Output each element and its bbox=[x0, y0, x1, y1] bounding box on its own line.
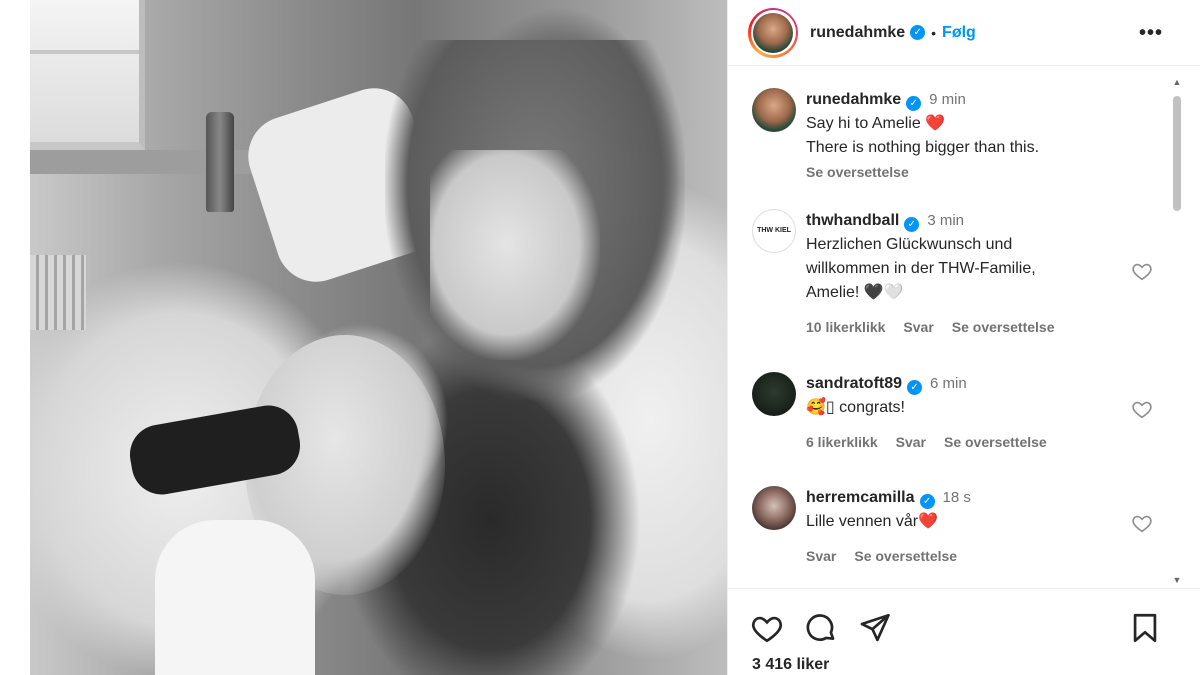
window bbox=[30, 0, 145, 150]
translate-link[interactable]: Se oversettelse bbox=[854, 544, 957, 568]
comment-username[interactable]: herremcamilla bbox=[806, 489, 915, 506]
comment-text: Say hi to Amelie ❤️ bbox=[806, 115, 946, 132]
comment-list: runedahmke ✓ 9 min Say hi to Amelie ❤️ The… bbox=[728, 74, 1200, 586]
story-ring[interactable] bbox=[748, 7, 798, 58]
comment-item: herremcamilla ✓ 18 s Lille vennen vår❤️ Sv… bbox=[752, 486, 1152, 568]
more-options-icon[interactable]: ••• bbox=[1139, 22, 1163, 45]
likes-count[interactable]: 3 416 liker bbox=[752, 656, 829, 674]
post-header: runedahmke ✓ • Følg ••• bbox=[728, 0, 1200, 66]
heart-icon[interactable] bbox=[1131, 512, 1153, 534]
comment-avatar[interactable] bbox=[752, 486, 796, 530]
header-user: runedahmke ✓ • Følg bbox=[810, 24, 976, 42]
comment-item: sandratoft89 ✓ 6 min 🥰▯ congrats! 6 likerk… bbox=[752, 372, 1152, 454]
heart-icon[interactable] bbox=[1131, 398, 1153, 420]
translate-link[interactable]: Se oversettelse bbox=[952, 315, 1055, 339]
bottle bbox=[206, 112, 234, 212]
comment-username[interactable]: sandratoft89 bbox=[806, 375, 902, 392]
comment-username[interactable]: runedahmke bbox=[806, 91, 901, 108]
verified-badge-icon: ✓ bbox=[907, 380, 923, 395]
comment-avatar[interactable] bbox=[752, 372, 796, 416]
avatar-logo-text: THW KIEL bbox=[757, 227, 791, 234]
scroll-down-arrow-icon[interactable]: ▼ bbox=[1172, 576, 1182, 585]
comment-time[interactable]: 3 min bbox=[927, 212, 964, 229]
comment-bubble-icon[interactable] bbox=[804, 611, 838, 645]
comment-item: THW KIEL thwhandball ✓ 3 min Herzlichen Gl… bbox=[752, 209, 1152, 339]
comment-likes[interactable]: 10 likerklikk bbox=[806, 315, 885, 339]
window-sill bbox=[30, 150, 280, 174]
comment-text: Amelie! 🖤🤍 bbox=[806, 284, 904, 301]
translate-link[interactable]: Se oversettelse bbox=[806, 160, 909, 184]
author-username[interactable]: runedahmke bbox=[810, 24, 905, 42]
post-photo[interactable] bbox=[30, 0, 727, 675]
verified-badge-icon: ✓ bbox=[906, 96, 922, 111]
verified-badge-icon: ✓ bbox=[910, 25, 926, 40]
follow-button[interactable]: Følg bbox=[942, 24, 976, 42]
scroll-up-arrow-icon[interactable]: ▲ bbox=[1172, 78, 1182, 87]
reply-button[interactable]: Svar bbox=[806, 544, 836, 568]
verified-badge-icon: ✓ bbox=[919, 494, 935, 509]
heart-icon[interactable] bbox=[750, 611, 784, 645]
post-side-panel: runedahmke ✓ • Følg ••• runedahmke ✓ 9 min… bbox=[727, 0, 1200, 675]
post-actions: 3 416 liker bbox=[728, 588, 1200, 675]
separator-dot: • bbox=[931, 24, 937, 41]
comment-avatar[interactable]: THW KIEL bbox=[752, 209, 796, 253]
comment-text: Lille vennen vår❤️ bbox=[806, 513, 938, 530]
mother-face bbox=[430, 150, 600, 360]
comment-text: 🥰▯ congrats! bbox=[806, 399, 905, 416]
paper-plane-icon[interactable] bbox=[858, 611, 892, 645]
translate-link[interactable]: Se oversettelse bbox=[944, 430, 1047, 454]
comment-username[interactable]: thwhandball bbox=[806, 212, 899, 229]
comment-time[interactable]: 9 min bbox=[929, 91, 966, 108]
author-avatar[interactable] bbox=[753, 12, 793, 53]
comment-text: willkommen in der THW-Familie, bbox=[806, 260, 1036, 277]
comment-text: Herzlichen Glückwunsch und bbox=[806, 236, 1013, 253]
comments-scrollbar[interactable]: ▲ ▼ bbox=[1170, 76, 1184, 586]
verified-badge-icon: ✓ bbox=[904, 217, 920, 232]
reply-button[interactable]: Svar bbox=[896, 430, 926, 454]
comment-likes[interactable]: 6 likerklikk bbox=[806, 430, 878, 454]
diaper bbox=[155, 520, 315, 675]
reply-button[interactable]: Svar bbox=[903, 315, 933, 339]
bookmark-icon[interactable] bbox=[1128, 611, 1162, 645]
comment-time[interactable]: 6 min bbox=[930, 375, 967, 392]
scroll-thumb[interactable] bbox=[1173, 96, 1181, 211]
heart-icon[interactable] bbox=[1131, 260, 1153, 282]
caption: runedahmke ✓ 9 min Say hi to Amelie ❤️ The… bbox=[752, 88, 1152, 184]
radiator bbox=[30, 255, 86, 330]
comment-time[interactable]: 18 s bbox=[943, 489, 971, 506]
comment-avatar[interactable] bbox=[752, 88, 796, 132]
comment-text: There is nothing bigger than this. bbox=[806, 139, 1040, 156]
